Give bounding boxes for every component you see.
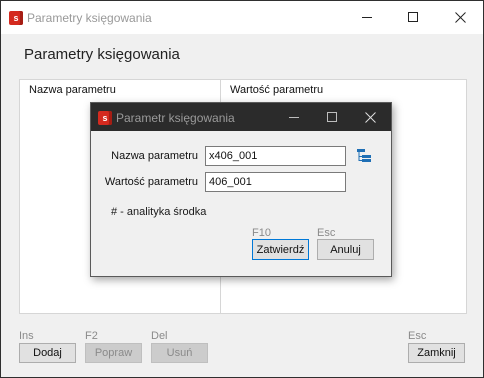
main-titlebar[interactable]: s Parametry księgowania [1, 1, 483, 34]
app-logo-icon: s [9, 11, 23, 25]
app-logo-icon: s [98, 111, 112, 125]
close-icon [364, 111, 376, 123]
parameter-value-label: Wartość parametru [104, 176, 198, 188]
maximize-icon [326, 111, 337, 122]
close-button[interactable] [437, 1, 483, 34]
delete-button[interactable]: Usuń [151, 343, 208, 363]
parameter-name-field[interactable]: x406_001 [205, 146, 346, 166]
maximize-button[interactable] [390, 1, 436, 34]
close-icon [454, 12, 466, 23]
parameter-modal: s Parametr księgowania Nazwa parametru x… [90, 102, 392, 277]
modal-title: Parametr księgowania [116, 111, 235, 125]
parameter-name-label: Nazwa parametru [111, 150, 198, 162]
minimize-button[interactable] [344, 1, 390, 34]
confirm-button[interactable]: Zatwierdź [252, 239, 309, 260]
edit-button[interactable]: Popraw [85, 343, 142, 363]
delete-key-hint: Del [151, 330, 168, 342]
tree-picker-icon [357, 149, 371, 162]
cancel-button[interactable]: Anuluj [317, 239, 374, 260]
cancel-key-hint: Esc [317, 227, 336, 239]
modal-minimize-button[interactable] [275, 103, 313, 131]
modal-maximize-button[interactable] [313, 103, 351, 131]
edit-key-hint: F2 [85, 330, 98, 342]
minimize-icon [361, 17, 372, 18]
page-title: Parametry księgowania [24, 46, 180, 63]
modal-close-button[interactable] [351, 103, 389, 131]
modal-titlebar[interactable]: s Parametr księgowania [91, 103, 391, 131]
confirm-key-hint: F10 [252, 227, 271, 239]
analytics-hint: # - analityka środka [111, 206, 207, 218]
tree-picker-button[interactable] [356, 148, 372, 164]
add-button[interactable]: Dodaj [19, 343, 76, 363]
column-header-name[interactable]: Nazwa parametru [29, 84, 116, 96]
minimize-icon [288, 116, 299, 118]
parameter-value-field[interactable]: 406_001 [205, 172, 346, 192]
maximize-icon [407, 12, 418, 22]
window-title: Parametry księgowania [27, 11, 152, 25]
close-key-hint: Esc [408, 330, 427, 342]
add-key-hint: Ins [19, 330, 34, 342]
column-header-value[interactable]: Wartość parametru [230, 84, 323, 96]
close-dialog-button[interactable]: Zamknij [408, 343, 465, 363]
